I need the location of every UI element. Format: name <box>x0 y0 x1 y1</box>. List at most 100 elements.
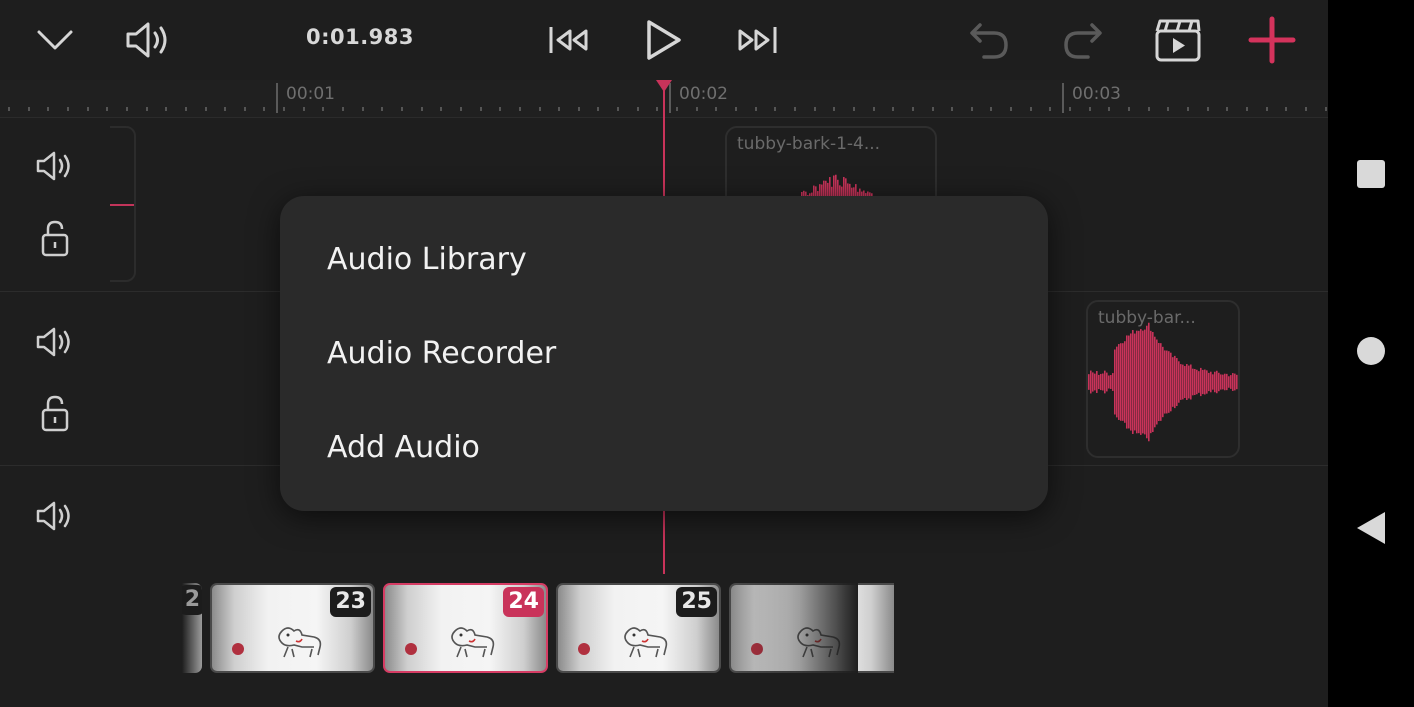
track-3-mute-button[interactable] <box>30 498 80 538</box>
redo-button[interactable] <box>1057 14 1109 66</box>
frame-thumbnail[interactable]: 2 <box>182 583 202 673</box>
collapse-button[interactable] <box>29 14 81 66</box>
waveform-bar <box>1152 332 1154 432</box>
ruler-tick <box>696 107 698 111</box>
ruler-tick <box>1089 107 1091 111</box>
ruler-tick <box>539 107 541 111</box>
ruler-tick <box>853 107 855 111</box>
waveform-bar <box>1094 373 1096 391</box>
waveform-bar <box>1138 330 1140 434</box>
home-button[interactable] <box>1354 336 1388 370</box>
ruler-tick <box>460 107 462 111</box>
waveform-bar <box>1206 370 1208 394</box>
skip-to-end-button[interactable] <box>731 14 783 66</box>
waveform-bar <box>1220 374 1222 390</box>
waveform-bar <box>1154 336 1156 428</box>
menu-item-label: Audio Recorder <box>327 336 557 371</box>
undo-button[interactable] <box>963 14 1015 66</box>
waveform-bar <box>1098 374 1100 390</box>
skip-to-start-icon <box>546 24 592 56</box>
ruler-tick <box>1305 107 1307 111</box>
track-2-mute-button[interactable] <box>30 324 80 364</box>
waveform-bar <box>1216 370 1218 394</box>
frame-thumbnail-selected[interactable]: 24 <box>383 583 548 673</box>
waveform-bar <box>1090 370 1092 394</box>
waveform-bar <box>1100 373 1102 391</box>
ruler-tick <box>735 107 737 111</box>
waveform-bar <box>1214 371 1216 393</box>
ruler-tick <box>1010 107 1012 111</box>
ruler-tick <box>342 107 344 111</box>
menu-item-audio-library[interactable]: Audio Library <box>280 213 1048 307</box>
track-2-lock-button[interactable] <box>30 395 80 435</box>
video-editor-app: 0:01.983 00:01 00:02 00:03 tubby-bark-1-… <box>0 0 1328 707</box>
waveform-bar <box>1126 335 1128 429</box>
playhead-handle[interactable] <box>656 80 672 92</box>
dog-drawing <box>624 627 668 658</box>
ruler-tick <box>558 107 560 111</box>
add-button[interactable] <box>1246 14 1298 66</box>
ruler-tick <box>1069 107 1071 111</box>
ruler-tick <box>440 107 442 111</box>
ruler-label: 00:01 <box>286 84 335 104</box>
ruler-tick <box>912 107 914 111</box>
waveform-bar <box>1096 371 1098 393</box>
ruler-tick <box>676 107 678 111</box>
ruler-tick <box>244 107 246 111</box>
clip-edge-marker <box>110 204 134 206</box>
ruler-major-tick <box>1062 83 1064 113</box>
waveform-bar <box>1112 373 1114 391</box>
waveform-bar <box>1188 365 1190 399</box>
ruler-tick <box>971 107 973 111</box>
add-audio-menu: Audio Library Audio Recorder Add Audio <box>280 196 1048 511</box>
menu-item-add-audio[interactable]: Add Audio <box>280 401 1048 495</box>
waveform-bar <box>1088 374 1090 390</box>
recents-button[interactable] <box>1354 159 1388 193</box>
volume-icon <box>34 150 76 187</box>
waveform-bar <box>1176 358 1178 406</box>
track-1-mute-button[interactable] <box>30 148 80 188</box>
waveform-bar <box>1172 357 1174 407</box>
waveform-bar <box>1226 373 1228 391</box>
back-button[interactable] <box>1354 511 1388 547</box>
track-1-lock-button[interactable] <box>30 220 80 260</box>
clapperboard-icon <box>1154 17 1202 63</box>
frame-thumbnail[interactable]: 25 <box>556 583 721 673</box>
export-video-button[interactable] <box>1152 14 1204 66</box>
clip-edge[interactable] <box>110 126 136 282</box>
ruler-tick <box>1266 107 1268 111</box>
waveform-bar <box>1106 372 1108 392</box>
ruler-tick <box>1108 107 1110 111</box>
menu-item-audio-recorder[interactable]: Audio Recorder <box>280 307 1048 401</box>
waveform-bar <box>1160 343 1162 421</box>
ruler-tick <box>519 107 521 111</box>
master-volume-button[interactable] <box>122 14 174 66</box>
waveform-bar <box>1146 325 1148 439</box>
waveform-bar <box>1208 372 1210 392</box>
waveform-bar <box>1092 372 1094 392</box>
frame-filmstrip: 2 23 24 25 <box>0 574 1328 707</box>
skip-to-start-button[interactable] <box>543 14 595 66</box>
frame-number: 25 <box>676 587 717 617</box>
ruler-tick <box>873 107 875 111</box>
waveform-bar <box>1170 352 1172 412</box>
ruler-tick <box>205 107 207 111</box>
ruler-tick <box>165 107 167 111</box>
waveform-bar <box>1202 369 1204 395</box>
audio-clip-2[interactable]: tubby-bar... <box>1086 300 1240 458</box>
waveform-bar <box>1110 375 1112 389</box>
ruler-tick <box>1167 107 1169 111</box>
ruler-tick <box>814 107 816 111</box>
waveform-bar <box>1108 375 1110 389</box>
ruler-tick <box>1226 107 1228 111</box>
onion-dot <box>232 643 244 655</box>
waveform-bar <box>1234 373 1236 391</box>
play-button[interactable] <box>637 14 689 66</box>
waveform-bar <box>1158 342 1160 422</box>
waveform-bar <box>1132 330 1134 434</box>
ruler-tick <box>303 107 305 111</box>
ruler-tick <box>67 107 69 111</box>
ruler-tick <box>480 107 482 111</box>
ruler-tick <box>774 107 776 111</box>
frame-thumbnail[interactable]: 23 <box>210 583 375 673</box>
